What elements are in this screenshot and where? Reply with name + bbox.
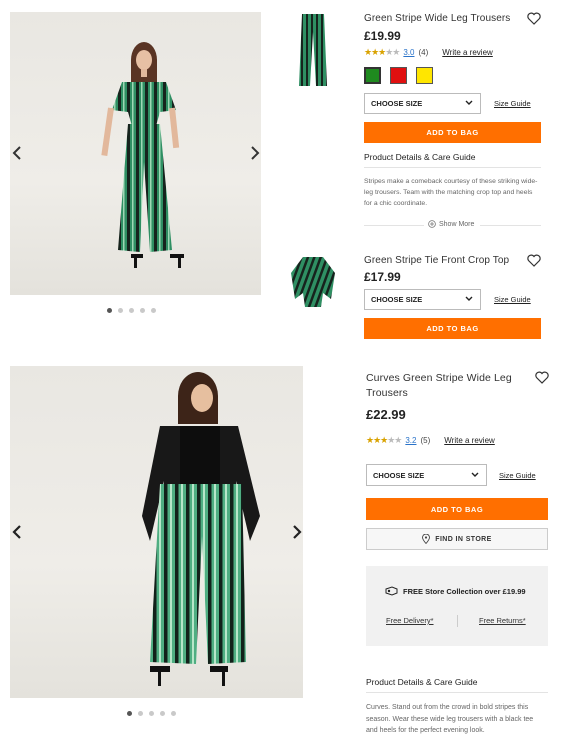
add-to-bag-button[interactable]: ADD TO BAG <box>364 318 541 339</box>
find-in-store-button[interactable]: FIND IN STORE <box>366 528 548 550</box>
gallery-dot[interactable] <box>118 308 123 313</box>
gallery-dot[interactable] <box>138 711 143 716</box>
model-photo-illustration <box>142 372 260 686</box>
gallery-dots-top[interactable] <box>107 308 156 313</box>
product-name: Green Stripe Tie Front Crop Top <box>364 255 510 266</box>
gallery-dot[interactable] <box>107 308 112 313</box>
add-to-bag-button[interactable]: ADD TO BAG <box>364 122 541 143</box>
details-heading[interactable]: Product Details & Care Guide <box>366 677 478 687</box>
product-description: Curves. Stand out from the crowd in bold… <box>366 704 534 734</box>
promo-title-text: FREE Store Collection over £19.99 <box>403 586 526 596</box>
rating-count: (4) <box>418 48 429 57</box>
product-name-line2: Trousers <box>366 387 408 399</box>
rating-stars-icon: ★★★★★ <box>364 47 400 57</box>
free-returns-link[interactable]: Free Returns* <box>479 616 526 625</box>
product-main-image <box>10 366 303 698</box>
chevron-down-icon <box>465 100 473 105</box>
add-to-bag-button[interactable]: ADD TO BAG <box>366 498 548 520</box>
rating-score-link[interactable]: 3.2 <box>405 436 416 445</box>
write-review-link[interactable]: Write a review <box>442 48 493 57</box>
swatch-yellow[interactable] <box>416 67 433 84</box>
gallery-dot[interactable] <box>140 308 145 313</box>
size-guide-link[interactable]: Size Guide <box>494 295 531 304</box>
color-swatches <box>364 67 433 84</box>
gallery-dot[interactable] <box>171 711 176 716</box>
gallery-next-arrow[interactable] <box>290 523 303 541</box>
find-in-store-label: FIND IN STORE <box>435 535 492 543</box>
divider <box>364 225 424 226</box>
chevron-down-icon <box>465 296 473 301</box>
swatch-red[interactable] <box>390 67 407 84</box>
crop-top-thumbnail-image <box>291 257 335 307</box>
promo-divider <box>457 615 458 627</box>
model-photo-illustration <box>101 42 184 268</box>
product-main-image <box>10 12 261 295</box>
size-guide-link[interactable]: Size Guide <box>494 99 531 108</box>
size-select[interactable]: CHOOSE SIZE <box>366 464 487 486</box>
trousers-thumbnail-image <box>299 14 327 86</box>
gallery-prev-arrow[interactable] <box>10 144 24 162</box>
wishlist-heart-icon[interactable] <box>527 254 541 267</box>
show-more-label: Show More <box>439 220 475 228</box>
wishlist-heart-icon[interactable] <box>535 371 549 384</box>
product-description: Stripes make a comeback courtesy of thes… <box>364 178 538 207</box>
chevron-left-icon <box>12 525 21 539</box>
product-name: Curves Green Stripe Wide Leg Trousers <box>366 371 512 401</box>
gallery-dot[interactable] <box>160 711 165 716</box>
rating-score-link[interactable]: 3.0 <box>403 48 414 57</box>
gallery-next-arrow[interactable] <box>248 144 261 162</box>
chevron-down-icon <box>471 472 479 477</box>
chevron-right-icon <box>293 525 302 539</box>
gallery-prev-arrow[interactable] <box>10 523 24 541</box>
promo-title: FREE Store Collection over £19.99 <box>385 586 526 596</box>
product-price: £17.99 <box>364 270 401 284</box>
rating-count: (5) <box>420 436 431 445</box>
gallery-dot[interactable] <box>129 308 134 313</box>
divider <box>480 225 541 226</box>
product-price: £19.99 <box>364 29 401 43</box>
gallery-dot[interactable] <box>127 711 132 716</box>
gallery-dot[interactable] <box>151 308 156 313</box>
gallery-dot[interactable] <box>149 711 154 716</box>
size-select[interactable]: CHOOSE SIZE <box>364 93 481 114</box>
divider <box>366 692 548 693</box>
location-pin-icon <box>422 534 431 544</box>
chevron-left-icon <box>12 146 21 160</box>
store-collection-icon <box>385 586 398 596</box>
product-name-line1: Curves Green Stripe Wide Leg <box>366 372 512 384</box>
wishlist-heart-icon[interactable] <box>527 12 541 25</box>
product-rating: ★★★★★ 3.2 (5) Write a review <box>366 435 495 446</box>
divider <box>364 167 541 168</box>
crop-top-thumbnail[interactable] <box>289 253 337 309</box>
size-select-label: CHOOSE SIZE <box>371 99 423 108</box>
delivery-promo-box <box>366 566 548 646</box>
rating-stars-icon: ★★★★★ <box>366 435 402 445</box>
show-more-toggle[interactable]: Show More <box>428 220 474 228</box>
plus-circle-icon <box>428 220 436 228</box>
free-delivery-link[interactable]: Free Delivery* <box>386 616 434 625</box>
chevron-right-icon <box>251 146 260 160</box>
product-name: Green Stripe Wide Leg Trousers <box>364 13 511 24</box>
size-select-label: CHOOSE SIZE <box>373 470 425 480</box>
product-rating: ★★★★★ 3.0 (4) Write a review <box>364 47 493 58</box>
product-price: £22.99 <box>366 407 406 422</box>
size-guide-link[interactable]: Size Guide <box>499 471 536 480</box>
size-select-label: CHOOSE SIZE <box>371 295 423 304</box>
trousers-thumbnail[interactable] <box>296 12 330 88</box>
details-heading[interactable]: Product Details & Care Guide <box>364 152 476 162</box>
gallery-dots-bottom[interactable] <box>127 711 176 716</box>
size-select[interactable]: CHOOSE SIZE <box>364 289 481 310</box>
swatch-green[interactable] <box>364 67 381 84</box>
write-review-link[interactable]: Write a review <box>444 436 495 445</box>
